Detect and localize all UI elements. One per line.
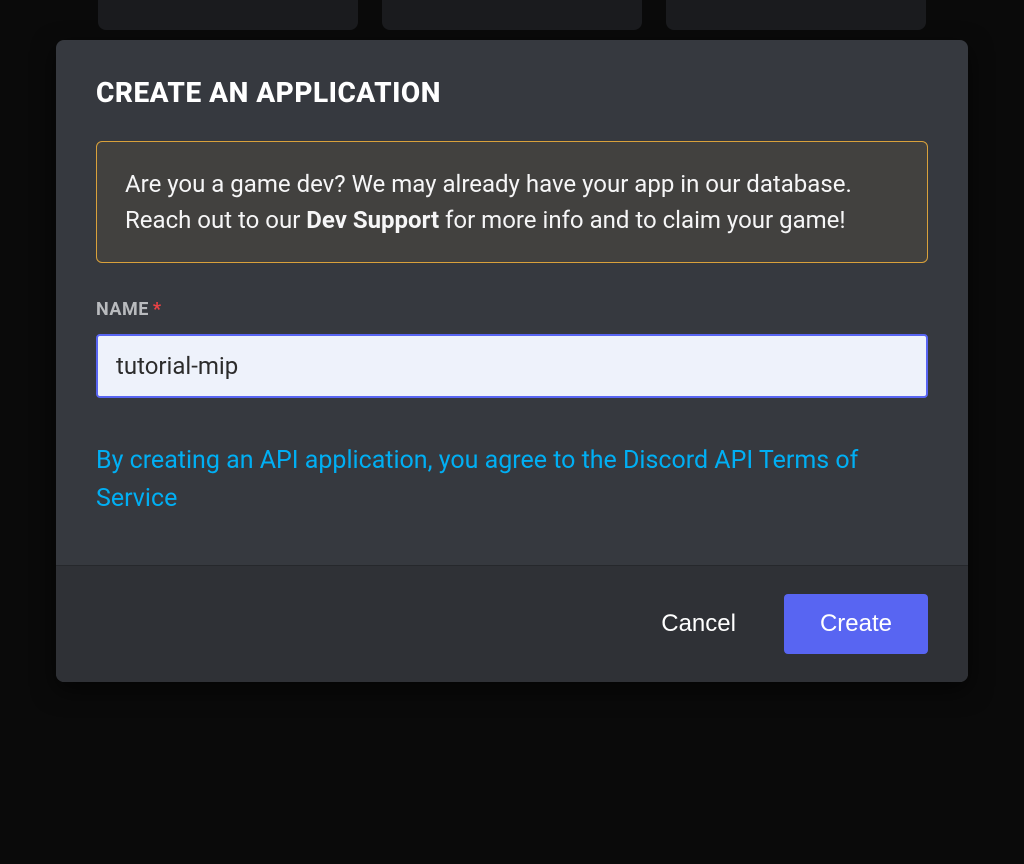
bg-card: [666, 0, 926, 30]
dev-support-link[interactable]: Dev Support: [306, 206, 439, 234]
modal-footer: Cancel Create: [56, 565, 968, 682]
create-button[interactable]: Create: [784, 594, 928, 654]
alert-suffix: for more info and to claim your game!: [439, 206, 846, 234]
bg-card: [98, 0, 358, 30]
application-name-input[interactable]: [96, 334, 928, 398]
modal-title: CREATE AN APPLICATION: [96, 76, 928, 109]
name-label-text: NAME: [96, 299, 149, 320]
modal-body: CREATE AN APPLICATION Are you a game dev…: [56, 40, 968, 565]
background-cards: [0, 0, 1024, 40]
tos-link[interactable]: By creating an API application, you agre…: [96, 442, 928, 517]
required-asterisk: *: [153, 299, 162, 320]
cancel-button[interactable]: Cancel: [641, 596, 756, 652]
name-label: NAME *: [96, 299, 928, 320]
game-dev-alert: Are you a game dev? We may already have …: [96, 141, 928, 263]
create-application-modal: CREATE AN APPLICATION Are you a game dev…: [56, 40, 968, 682]
bg-card: [382, 0, 642, 30]
alert-text: Are you a game dev? We may already have …: [125, 166, 899, 238]
